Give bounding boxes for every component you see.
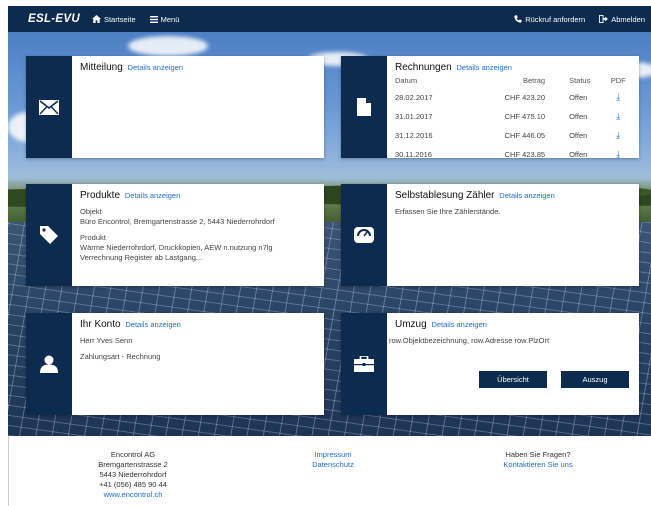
card-konto: Ihr Konto Details anzeigen Herr Yves Sen… <box>26 313 324 415</box>
card-zaehler: Selbstablesung Zähler Details anzeigen E… <box>341 184 639 286</box>
main-nav: ESL-EVU Startseite Menü Rückruf anforder… <box>8 6 651 32</box>
konto-title: Ihr Konto <box>80 319 121 330</box>
callback-label: Rückruf anfordern <box>525 14 586 24</box>
meter-icon <box>354 227 374 243</box>
logout-label: Abmelden <box>611 14 645 24</box>
logo: ESL-EVU <box>28 13 80 25</box>
top-bar: ESL-EVU Startseite Menü Rückruf anforder… <box>0 0 651 32</box>
konto-details-link[interactable]: Details anzeigen <box>125 320 180 329</box>
footer-address: Encontrol AG Bremgartenstrasse 2 5443 Ni… <box>83 450 183 500</box>
auszug-button[interactable]: Auszug <box>561 371 629 388</box>
overview-button[interactable]: Übersicht <box>479 371 547 388</box>
footer-contact: Haben Sie Fragen? Kontaktieren Sie uns <box>483 450 593 470</box>
col-datum: Datum <box>395 76 418 85</box>
download-icon[interactable]: ⤓ <box>616 92 620 102</box>
website-link[interactable]: www.encontrol.ch <box>83 490 183 500</box>
impressum-link[interactable]: Impressum <box>283 450 383 460</box>
datenschutz-link[interactable]: Datenschutz <box>283 460 383 470</box>
col-pdf: PDF <box>610 76 626 85</box>
card-mitteilung: Mitteilung Details anzeigen <box>26 56 324 158</box>
rechnungen-details-link[interactable]: Details anzeigen <box>457 63 512 72</box>
logout-icon <box>599 15 609 23</box>
hamburger-icon <box>149 15 158 23</box>
card-rechnungen: Rechnungen Details anzeigen Datum Betrag… <box>341 56 639 159</box>
logout-button[interactable]: Abmelden <box>599 15 645 24</box>
user-icon <box>40 355 58 373</box>
card-produkte: Produkte Details anzeigen Objekt Büro En… <box>26 184 324 286</box>
produkt-value-1: Wärme Niederrohrdorf, Druckkopien, AEW n… <box>80 243 273 252</box>
col-betrag: Betrag <box>522 76 546 85</box>
produkte-title: Produkte <box>80 190 121 201</box>
phone-icon <box>514 15 522 23</box>
envelope-icon <box>39 99 59 115</box>
umzug-details-link[interactable]: Details anzeigen <box>431 320 486 329</box>
table-row: 28.02.2017 CHF 423.20 Offen ⤓ <box>395 92 621 102</box>
invoice-table: Datum Betrag Status PDF 28.02.2017 CHF 4… <box>395 75 631 165</box>
zaehler-text: Erfassen Sie Ihre Zählerstände. <box>395 207 501 216</box>
produkte-details-link[interactable]: Details anzeigen <box>125 191 180 200</box>
table-row: 31.12.2016 CHF 446.05 Offen ⤓ <box>395 130 621 140</box>
footer-legal: Impressum Datenschutz <box>283 450 383 470</box>
footer: Encontrol AG Bremgartenstrasse 2 5443 Ni… <box>8 436 651 506</box>
objekt-label: Objekt <box>80 207 102 216</box>
objekt-value: Büro Encontrol, Bremgartenstrasse 2, 544… <box>80 217 275 226</box>
zaehler-details-link[interactable]: Details anzeigen <box>499 191 554 200</box>
mitteilung-title: Mitteilung <box>80 62 123 73</box>
callback-button[interactable]: Rückruf anfordern <box>514 15 585 24</box>
table-row: 31.01.2017 CHF 475.10 Offen ⤓ <box>395 111 621 121</box>
nav-menu-label: Menü <box>160 14 180 24</box>
konto-name: Herr Yves Senn <box>80 336 133 345</box>
col-status: Status <box>569 76 591 85</box>
download-icon[interactable]: ⤓ <box>616 130 620 140</box>
nav-home-label: Startseite <box>103 14 136 24</box>
contact-link[interactable]: Kontaktieren Sie uns <box>483 460 593 470</box>
umzug-title: Umzug <box>395 319 427 330</box>
download-icon[interactable]: ⤓ <box>616 149 620 159</box>
nav-home-link[interactable]: Startseite <box>92 15 136 24</box>
konto-zahlungsart: Zahlungsart - Rechnung <box>80 352 161 361</box>
mitteilung-details-link[interactable]: Details anzeigen <box>128 63 183 72</box>
umzug-text: row.Objektbezeichnung, row.Adresse row.P… <box>389 336 550 345</box>
briefcase-icon <box>354 356 374 372</box>
zaehler-title: Selbstablesung Zähler <box>395 190 495 201</box>
download-icon[interactable]: ⤓ <box>616 111 620 121</box>
document-icon <box>357 98 371 116</box>
tag-icon <box>40 226 58 244</box>
table-row: 30.11.2016 CHF 423.85 Offen ⤓ <box>395 149 621 159</box>
card-umzug: Umzug Details anzeigen row.Objektbezeich… <box>341 313 639 415</box>
home-icon <box>92 15 101 23</box>
rechnungen-title: Rechnungen <box>395 62 452 73</box>
produkt-value-2: Verrechnung Register ab Lastgang... <box>80 253 203 262</box>
nav-menu-button[interactable]: Menü <box>149 14 180 24</box>
hero-background: Mitteilung Details anzeigen Rechnungen D… <box>8 32 651 436</box>
produkt-label: Produkt <box>80 233 106 242</box>
